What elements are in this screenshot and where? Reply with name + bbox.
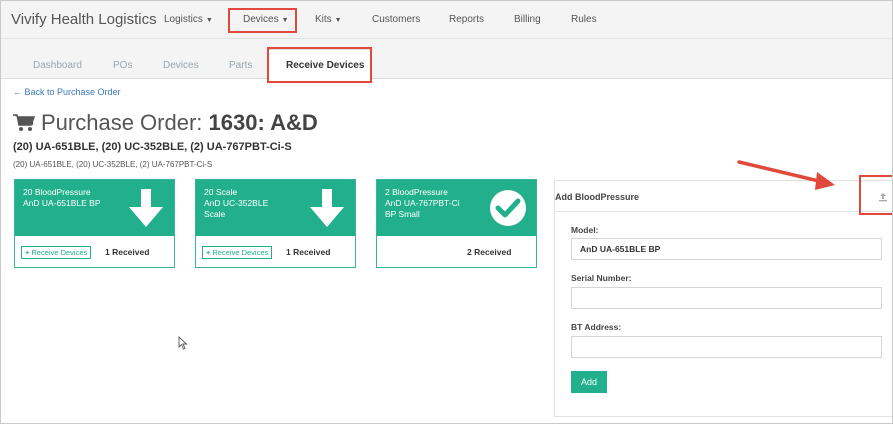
received-count: 1 Received bbox=[286, 247, 331, 257]
receive-devices-label: Receive Devices bbox=[212, 248, 269, 257]
bt-address-label: BT Address: bbox=[571, 322, 622, 332]
card-header: 20 Scale AnD UC-352BLE Scale bbox=[196, 180, 355, 236]
panel-title: Add BloodPressure bbox=[555, 192, 639, 202]
nav-kits[interactable]: Kits ▼ bbox=[315, 14, 342, 25]
card-title-line: AnD UA-767PBT-Ci bbox=[385, 198, 460, 208]
card-title-line: 20 Scale bbox=[204, 187, 238, 197]
card-footer: + Receive Devices 1 Received bbox=[196, 236, 355, 267]
received-count: 2 Received bbox=[467, 247, 512, 257]
device-card-scale-352: 20 Scale AnD UC-352BLE Scale + Receive De… bbox=[195, 179, 356, 268]
panel-title-text: Add BloodPressure bbox=[555, 192, 640, 202]
arrow-down-icon bbox=[310, 189, 344, 227]
shopping-cart-icon bbox=[13, 114, 35, 131]
add-device-panel: Add BloodPressure Model: Serial Number: … bbox=[554, 180, 892, 417]
check-circle-icon bbox=[490, 190, 526, 226]
card-title: 20 BloodPressure AnD UA-651BLE BP bbox=[23, 187, 100, 209]
sub-navbar: Dashboard POs Devices Parts Receive Devi… bbox=[1, 39, 892, 80]
top-navbar: Vivify Health Logistics Logistics ▼ Devic… bbox=[1, 1, 892, 39]
card-header: 2 BloodPressure AnD UA-767PBT-Ci BP Smal… bbox=[377, 180, 536, 236]
page-title-prefix: Purchase Order: bbox=[41, 110, 203, 135]
card-header: 20 BloodPressure AnD UA-651BLE BP bbox=[15, 180, 174, 236]
nav-rules[interactable]: Rules bbox=[571, 14, 597, 25]
nav-logistics-label: Logistics bbox=[164, 14, 203, 25]
po-summary: (20) UA-651BLE, (20) UC-352BLE, (2) UA-7… bbox=[13, 141, 292, 153]
model-field[interactable] bbox=[571, 238, 882, 260]
card-title: 2 BloodPressure AnD UA-767PBT-Ci BP Smal… bbox=[385, 187, 460, 220]
nav-rules-label: Rules bbox=[571, 14, 597, 25]
caret-down-icon: ▼ bbox=[334, 17, 342, 24]
page-title-id: 1630: A&D bbox=[208, 110, 318, 135]
plus-icon: + bbox=[25, 248, 30, 257]
card-title-line: AnD UA-651BLE BP bbox=[23, 198, 101, 208]
nav-reports-label: Reports bbox=[449, 14, 485, 25]
arrow-down-icon bbox=[129, 189, 163, 227]
serial-number-field[interactable] bbox=[571, 287, 882, 309]
add-button[interactable]: Add bbox=[571, 371, 607, 393]
card-title-line: 2 BloodPressure bbox=[385, 187, 448, 197]
device-card-bloodpressure-651: 20 BloodPressure AnD UA-651BLE BP + Recei… bbox=[14, 179, 175, 268]
mouse-cursor-icon bbox=[178, 336, 188, 350]
upload-highlight-box bbox=[859, 175, 892, 215]
nav-logistics[interactable]: Logistics ▼ bbox=[164, 14, 213, 25]
bt-address-field[interactable] bbox=[571, 336, 882, 358]
model-label: Model: bbox=[571, 225, 599, 235]
receive-devices-button[interactable]: + Receive Devices bbox=[21, 246, 92, 259]
po-detail: (20) UA-651BLE, (20) UC-352BLE, (2) UA-7… bbox=[13, 160, 213, 169]
annotation-arrow-icon bbox=[737, 160, 835, 190]
app-window: Vivify Health Logistics Logistics ▼ Devic… bbox=[0, 0, 893, 424]
receive-devices-label: Receive Devices bbox=[31, 248, 88, 257]
card-title-line: BP Small bbox=[385, 209, 420, 219]
page-title: Purchase Order: 1630: A&D bbox=[13, 110, 318, 136]
device-card-bloodpressure-767: 2 BloodPressure AnD UA-767PBT-Ci BP Smal… bbox=[376, 179, 537, 268]
card-title-line: Scale bbox=[204, 209, 226, 219]
plus-icon: + bbox=[206, 248, 211, 257]
serial-number-label: Serial Number: bbox=[571, 273, 632, 283]
caret-down-icon: ▼ bbox=[205, 17, 213, 24]
nav-billing[interactable]: Billing bbox=[514, 14, 541, 25]
card-footer: 2 Received bbox=[377, 236, 536, 267]
back-to-purchase-order-link[interactable]: ← Back to Purchase Order bbox=[13, 87, 121, 97]
receive-devices-button[interactable]: + Receive Devices bbox=[202, 246, 273, 259]
tab-parts[interactable]: Parts bbox=[229, 60, 252, 71]
devices-highlight-box bbox=[228, 8, 297, 33]
tab-dashboard[interactable]: Dashboard bbox=[33, 60, 82, 71]
nav-customers[interactable]: Customers bbox=[372, 14, 420, 25]
nav-kits-label: Kits bbox=[315, 14, 332, 25]
brand-title[interactable]: Vivify Health Logistics bbox=[11, 11, 157, 28]
received-count: 1 Received bbox=[105, 247, 150, 257]
nav-customers-label: Customers bbox=[372, 14, 421, 25]
tab-pos[interactable]: POs bbox=[113, 60, 132, 71]
tab-devices[interactable]: Devices bbox=[163, 60, 199, 71]
card-title: 20 Scale AnD UC-352BLE Scale bbox=[204, 187, 268, 220]
receive-devices-highlight-box bbox=[267, 47, 372, 83]
card-title-line: 20 BloodPressure bbox=[23, 187, 91, 197]
nav-reports[interactable]: Reports bbox=[449, 14, 484, 25]
card-footer: + Receive Devices 1 Received bbox=[15, 236, 174, 267]
card-title-line: AnD UC-352BLE bbox=[204, 198, 269, 208]
nav-billing-label: Billing bbox=[514, 14, 541, 25]
